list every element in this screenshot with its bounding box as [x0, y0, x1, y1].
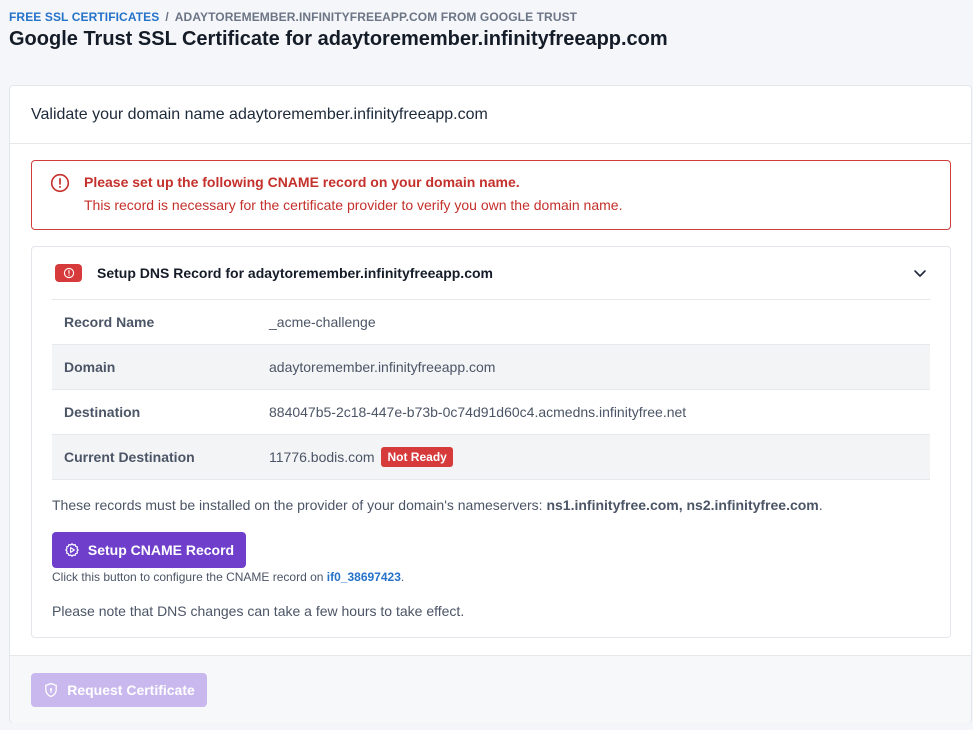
- record-label: Domain: [64, 359, 116, 375]
- validation-card: Validate your domain name adaytoremember…: [9, 85, 972, 723]
- nameserver-note-prefix: These records must be installed on the p…: [52, 497, 547, 513]
- record-value: adaytoremember.infinityfreeapp.com: [269, 359, 496, 375]
- cname-help-text: Click this button to configure the CNAME…: [52, 570, 404, 584]
- setup-cname-button[interactable]: Setup CNAME Record: [52, 532, 246, 568]
- alert-message: This record is necessary for the certifi…: [84, 197, 623, 213]
- record-value: _acme-challenge: [269, 314, 376, 330]
- request-certificate-button[interactable]: Request Certificate: [31, 673, 207, 707]
- table-row: Current Destination 11776.bodis.com Not …: [52, 434, 930, 480]
- cname-help-suffix: .: [400, 570, 405, 584]
- status-badge: Not Ready: [381, 447, 453, 467]
- breadcrumb-link-free-ssl[interactable]: FREE SSL CERTIFICATES: [9, 10, 159, 24]
- record-value: 884047b5-2c18-447e-b73b-0c74d91d60c4.acm…: [269, 404, 687, 420]
- propagation-note: Please note that DNS changes can take a …: [52, 603, 465, 619]
- alert-circle-icon: [50, 173, 70, 193]
- dns-record-toggle[interactable]: Setup DNS Record for adaytoremember.infi…: [32, 247, 950, 299]
- breadcrumb: FREE SSL CERTIFICATES / ADAYTOREMEMBER.I…: [9, 10, 577, 24]
- alert-title: Please set up the following CNAME record…: [84, 174, 520, 190]
- record-label: Destination: [64, 404, 141, 420]
- shield-icon: [45, 682, 58, 698]
- gear-play-icon: [65, 543, 79, 557]
- nameserver-list: ns1.infinityfree.com, ns2.infinityfree.c…: [546, 497, 819, 513]
- page-title: Google Trust SSL Certificate for adaytor…: [9, 28, 668, 50]
- record-value: 11776.bodis.com: [269, 449, 375, 465]
- chevron-down-icon[interactable]: [912, 265, 928, 281]
- nameserver-note: These records must be installed on the p…: [52, 497, 823, 513]
- alert-small-icon: [63, 267, 74, 279]
- record-label: Current Destination: [64, 449, 195, 465]
- cname-help-prefix: Click this button to configure the CNAME…: [52, 570, 327, 584]
- table-row: Record Name _acme-challenge: [52, 299, 930, 345]
- card-header: Validate your domain name adaytoremember…: [10, 86, 971, 144]
- table-row: Domain adaytoremember.infinityfreeapp.co…: [52, 344, 930, 390]
- dns-status-badge: [55, 264, 82, 282]
- request-certificate-label: Request Certificate: [67, 682, 195, 698]
- nameserver-note-suffix: .: [818, 497, 823, 513]
- cname-alert: Please set up the following CNAME record…: [31, 160, 951, 230]
- dns-record-title: Setup DNS Record for adaytoremember.infi…: [97, 265, 493, 281]
- setup-cname-label: Setup CNAME Record: [87, 542, 235, 558]
- dns-record-panel: Setup DNS Record for adaytoremember.infi…: [31, 246, 951, 638]
- record-value-cell: 11776.bodis.com Not Ready: [269, 435, 930, 480]
- record-label: Record Name: [64, 314, 155, 330]
- card-footer: Request Certificate: [10, 655, 971, 723]
- table-row: Destination 884047b5-2c18-447e-b73b-0c74…: [52, 389, 930, 435]
- account-link[interactable]: if0_38697423: [327, 570, 401, 584]
- dns-records-table: Record Name _acme-challenge Domain adayt…: [52, 299, 930, 480]
- breadcrumb-separator: /: [165, 10, 169, 24]
- breadcrumb-current: ADAYTOREMEMBER.INFINITYFREEAPP.COM FROM …: [174, 10, 578, 24]
